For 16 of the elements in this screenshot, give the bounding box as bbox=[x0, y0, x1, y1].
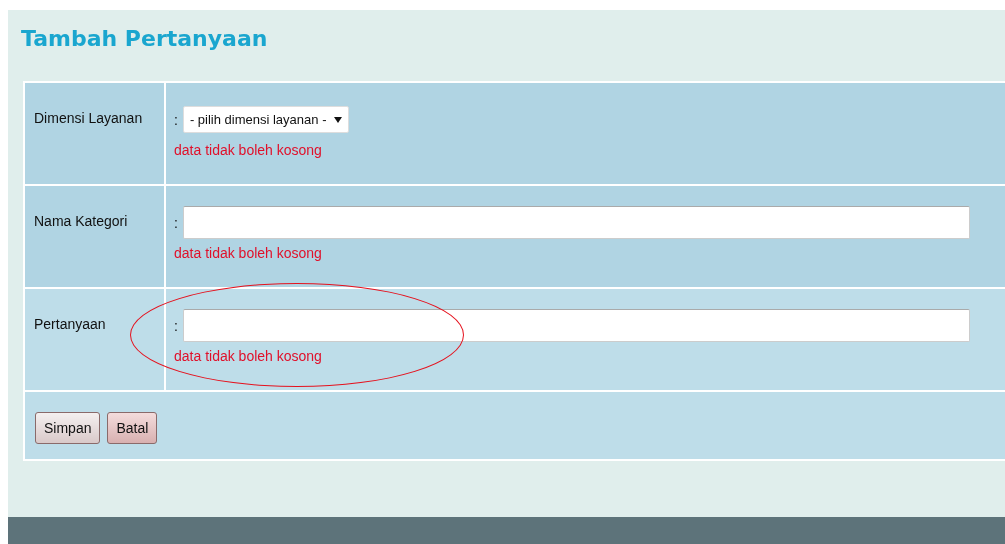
error-message: data tidak boleh kosong bbox=[174, 348, 322, 364]
cancel-button[interactable]: Batal bbox=[107, 412, 158, 444]
error-message: data tidak boleh kosong bbox=[174, 142, 322, 158]
field-label: Nama Kategori bbox=[34, 213, 128, 229]
colon-separator: : bbox=[174, 111, 178, 128]
colon-separator: : bbox=[174, 317, 178, 334]
field-label: Pertanyaan bbox=[34, 316, 106, 332]
field-label: Dimensi Layanan bbox=[34, 110, 143, 126]
input-field[interactable] bbox=[182, 309, 970, 342]
save-button[interactable]: Simpan bbox=[35, 412, 101, 444]
error-message: data tidak boleh kosong bbox=[174, 245, 322, 261]
caret-icon bbox=[334, 116, 343, 123]
dimension-dropdown[interactable]: - pilih dimensi layanan - bbox=[182, 106, 350, 133]
colon-separator: : bbox=[174, 214, 178, 231]
page-title: Tambah Pertanyaan bbox=[21, 26, 268, 51]
input-field[interactable] bbox=[182, 206, 970, 239]
